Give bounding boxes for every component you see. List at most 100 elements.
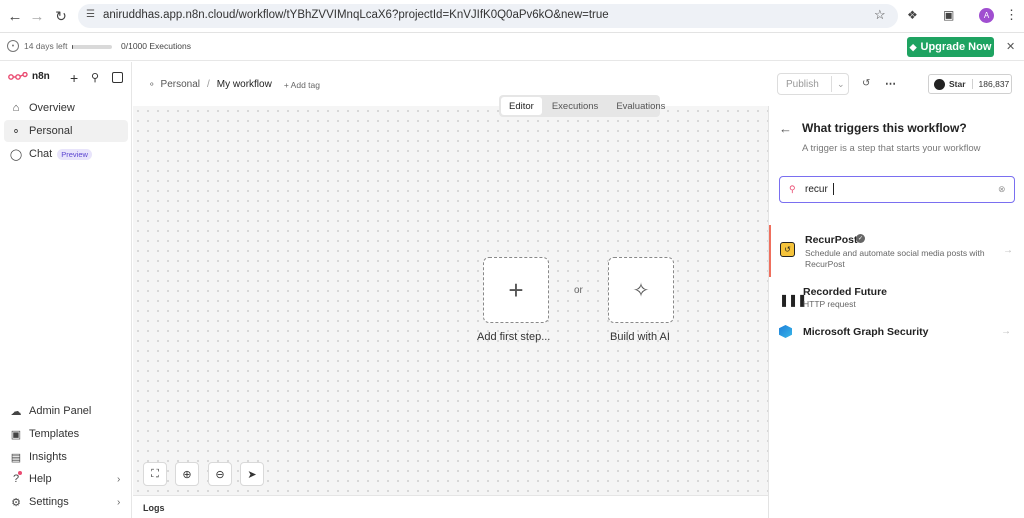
bookmark-star-icon[interactable]: ☆ — [874, 7, 886, 23]
publish-button[interactable]: Publish ⌄ — [777, 73, 849, 95]
trial-banner: • 14 days left 0/1000 Executions ◆ Upgra… — [0, 33, 1024, 61]
upgrade-now-button[interactable]: ◆ Upgrade Now — [907, 37, 994, 57]
home-icon: ⌂ — [12, 102, 20, 114]
node-title: Microsoft Graph Security — [803, 326, 929, 338]
panel-title: What triggers this workflow? — [802, 121, 967, 135]
url-text: aniruddhas.app.n8n.cloud/workflow/tYBhZV… — [103, 9, 609, 21]
plus-icon[interactable]: + — [70, 70, 78, 86]
pointer-icon: ➤ — [247, 468, 257, 481]
header-actions: Publish ⌄ ↺ ⋯ Star 186,837 — [769, 62, 1024, 106]
breadcrumb-separator: / — [207, 79, 210, 90]
sidebar-item-help[interactable]: ? Help › — [4, 468, 128, 490]
chart-icon: ▤ — [10, 451, 22, 464]
tab-executions[interactable]: Executions — [544, 97, 606, 115]
upgrade-label: Upgrade Now — [920, 41, 992, 53]
sidebar: n8n + ⚲ ⌂ Overview ⚬ Personal ◯ Chat Pre… — [0, 62, 132, 518]
sidebar-item-insights[interactable]: ▤ Insights — [4, 446, 128, 468]
history-icon[interactable]: ↺ — [862, 78, 870, 89]
sidebar-item-label: Help — [29, 473, 52, 485]
search-icon: ⚲ — [789, 184, 796, 194]
preview-badge: Preview — [57, 148, 92, 160]
build-with-ai-button[interactable]: ✧ — [608, 257, 674, 323]
trial-days-left: 14 days left — [24, 41, 68, 51]
add-tag-link[interactable]: + Add tag — [284, 80, 320, 90]
tab-evaluations[interactable]: Evaluations — [608, 97, 673, 115]
github-icon — [934, 78, 945, 90]
back-icon[interactable]: ← — [4, 5, 26, 27]
user-icon: ⚬ — [148, 79, 156, 89]
profile-avatar[interactable]: A — [979, 8, 994, 23]
node-description: Schedule and automate social media posts… — [805, 248, 985, 269]
workflow-name[interactable]: My workflow — [217, 79, 272, 90]
zoom-in-button[interactable]: ⊕ — [175, 462, 199, 486]
sidebar-item-label: Overview — [29, 102, 75, 114]
sidebar-item-label: Personal — [29, 125, 73, 137]
box-icon: ▣ — [10, 428, 22, 441]
plus-icon: + — [508, 274, 524, 305]
more-options-icon[interactable]: ⋯ — [885, 77, 896, 90]
chevron-right-icon: › — [117, 496, 121, 508]
extensions-icon[interactable]: ❖ — [907, 8, 918, 22]
sidebar-item-label: Settings — [29, 496, 69, 508]
fit-view-button[interactable]: ⛶ — [143, 462, 167, 486]
build-with-ai-label: Build with AI — [610, 331, 670, 343]
logs-bar[interactable]: Logs — [133, 495, 768, 518]
panel-subtitle: A trigger is a step that starts your wor… — [802, 143, 981, 154]
reload-icon[interactable]: ↻ — [50, 5, 72, 27]
n8n-logo-icon — [8, 71, 28, 80]
n8n-logo[interactable]: n8n — [8, 71, 50, 82]
back-arrow-icon[interactable]: ← — [779, 121, 792, 136]
sidebar-item-label: Chat — [29, 148, 53, 160]
sidebar-item-admin-panel[interactable]: ☁ Admin Panel — [4, 400, 128, 422]
sidebar-item-templates[interactable]: ▣ Templates — [4, 423, 128, 445]
star-label: Star — [949, 79, 966, 89]
trigger-panel: ← What triggers this workflow? A trigger… — [768, 106, 1024, 518]
collapse-sidebar-icon[interactable] — [112, 72, 123, 83]
verified-icon: ✓ — [856, 234, 865, 243]
node-title: RecurPost — [805, 234, 858, 246]
sidebar-item-chat[interactable]: ◯ Chat Preview — [4, 143, 128, 165]
tab-editor[interactable]: Editor — [501, 97, 542, 115]
address-bar[interactable]: ☰ aniruddhas.app.n8n.cloud/workflow/tYBh… — [78, 4, 898, 28]
cloud-icon: ☁ — [10, 405, 22, 418]
more-menu-icon[interactable]: ⋮ — [1005, 7, 1018, 23]
site-settings-icon[interactable]: ☰ — [86, 9, 95, 20]
node-item-microsoft-graph-security[interactable]: Microsoft Graph Security → — [769, 321, 1024, 343]
star-count: 186,837 — [971, 79, 1009, 89]
node-item-recorded-future[interactable]: ❚❚❚ Recorded Future HTTP request — [769, 282, 1024, 322]
user-icon: ⚬ — [11, 125, 21, 138]
node-search-field[interactable]: ⚲ recur ⊗ — [779, 176, 1015, 203]
chat-icon: ◯ — [9, 148, 23, 161]
add-first-step-button[interactable]: + — [483, 257, 549, 323]
workflow-canvas[interactable]: + Add first step... or ✧ Build with AI ⛶… — [133, 106, 768, 495]
editor-tabs: Editor Executions Evaluations — [499, 95, 665, 117]
screen-search-icon[interactable]: ▣ — [943, 8, 954, 22]
sidebar-item-label: Admin Panel — [29, 405, 92, 417]
node-item-recurpost[interactable]: ↺ RecurPost ✓ Schedule and automate soci… — [769, 225, 1024, 277]
breadcrumb: ⚬ Personal / My workflow + Add tag — [148, 79, 320, 90]
trial-progress-bar — [72, 45, 112, 49]
github-star-button[interactable]: Star 186,837 — [928, 74, 1012, 94]
notification-dot — [18, 471, 22, 475]
close-icon[interactable]: ✕ — [1006, 40, 1015, 53]
sidebar-item-label: Templates — [29, 428, 80, 440]
sidebar-item-personal[interactable]: ⚬ Personal — [4, 120, 128, 142]
diamond-icon: ◆ — [909, 41, 917, 52]
zoom-out-button[interactable]: ⊖ — [208, 462, 232, 486]
sidebar-item-settings[interactable]: ⚙ Settings › — [4, 491, 128, 513]
arrow-right-icon: → — [1001, 326, 1011, 337]
arrow-right-icon: → — [1003, 245, 1013, 256]
pointer-button[interactable]: ➤ — [240, 462, 264, 486]
zoom-out-icon: ⊖ — [215, 468, 225, 481]
clear-search-icon[interactable]: ⊗ — [998, 184, 1006, 195]
sidebar-item-overview[interactable]: ⌂ Overview — [4, 97, 128, 119]
search-icon[interactable]: ⚲ — [91, 71, 99, 84]
search-input[interactable]: recur — [805, 184, 828, 195]
chevron-right-icon: › — [117, 473, 121, 485]
magic-wand-icon: ✧ — [632, 279, 650, 302]
clock-icon: • — [7, 40, 19, 52]
help-icon: ? — [9, 471, 23, 485]
zoom-in-icon: ⊕ — [182, 468, 192, 481]
breadcrumb-project[interactable]: Personal — [161, 79, 200, 90]
forward-icon[interactable]: → — [26, 5, 48, 27]
